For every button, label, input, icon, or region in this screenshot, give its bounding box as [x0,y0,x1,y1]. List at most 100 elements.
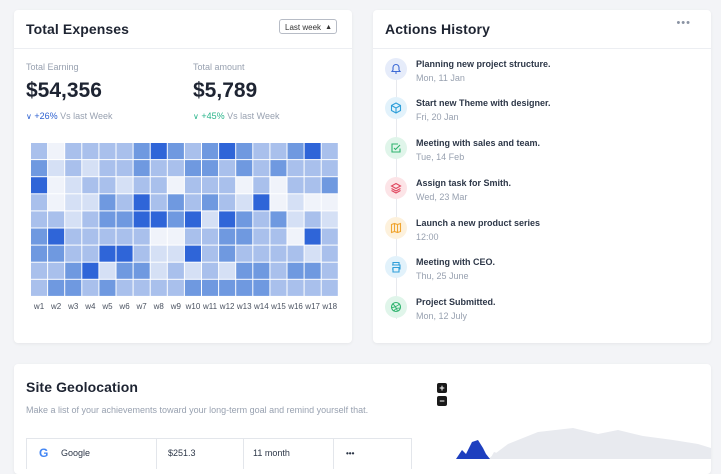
period-select-value: Last week [285,23,322,32]
row-menu-icon[interactable]: ••• [346,439,354,468]
chevron-down-icon: ∨ [26,112,32,121]
heatmap-cell [219,228,236,245]
world-map[interactable] [428,414,711,459]
heatmap-cell [270,143,287,160]
heatmap-cell [82,143,99,160]
heatmap-cell [99,177,116,194]
row-menu-cell[interactable]: ••• [333,439,409,469]
card-title: Actions History [385,21,490,37]
heatmap-cell [133,160,150,177]
heatmap-cell [116,279,133,296]
heatmap-cell [133,228,150,245]
heatmap-cell [236,245,253,262]
heatmap-cell [321,262,338,279]
action-date: Wed, 23 Mar [416,192,468,202]
heatmap-cell [184,211,201,228]
heatmap-cell [253,160,270,177]
heatmap-cell [116,143,133,160]
action-item[interactable]: Planning new project structure. Mon, 11 J… [385,58,705,90]
heatmap-cell [99,211,116,228]
heatmap-column-label: w6 [118,302,130,311]
heatmap-cell [150,279,167,296]
heatmap-cell [48,211,65,228]
heatmap-cell [304,143,321,160]
heatmap-cell [304,160,321,177]
heatmap-cell [287,262,304,279]
heatmap-column-label: w9 [170,302,182,311]
check-square-icon [385,137,407,159]
heatmap-cell [99,143,116,160]
zoom-in-button[interactable]: + [437,383,447,393]
heatmap-cell [48,279,65,296]
heatmap-cell [321,194,338,211]
heatmap-cell [48,194,65,211]
heatmap-cell [270,262,287,279]
heatmap-cell [48,245,65,262]
action-title: Launch a new product series [416,218,541,228]
heatmap-cell [150,143,167,160]
action-date: Mon, 12 July [416,311,468,321]
site-name: Google [61,448,91,458]
heatmap-cell [167,194,184,211]
heatmap-cell [270,211,287,228]
total-earning-value: $54,356 [26,79,102,102]
heatmap-cell [133,211,150,228]
site-geolocation-card: Site Geolocation Make a list of your ach… [14,364,711,474]
heatmap-cell [82,211,99,228]
heatmap-cell [116,262,133,279]
heatmap-column-label: w18 [321,302,337,311]
heatmap-cell [167,143,184,160]
action-item[interactable]: Project Submitted. Mon, 12 July [385,296,705,328]
heatmap-cell [150,160,167,177]
heatmap-cell [99,262,116,279]
site-period: 11 month [253,448,290,458]
heatmap-cell [150,177,167,194]
dribbble-icon [385,296,407,318]
zoom-out-button[interactable]: − [437,396,447,406]
earning-delta: ∨ +26% Vs last Week [26,111,113,121]
heatmap-cell [202,279,219,296]
heatmap-cell [219,177,236,194]
heatmap-column-label: w13 [236,302,252,311]
heatmap-cell [287,177,304,194]
heatmap-cell [304,245,321,262]
heatmap-cell [65,194,82,211]
heatmap-cell [167,211,184,228]
heatmap-cell [31,211,48,228]
action-item[interactable]: Start new Theme with designer. Fri, 20 Ja… [385,97,705,129]
action-title: Start new Theme with designer. [416,98,551,108]
heatmap-cell [65,279,82,296]
heatmap-cell [167,262,184,279]
heatmap-cell [304,211,321,228]
action-item[interactable]: Assign task for Smith. Wed, 23 Mar [385,177,705,209]
total-amount-label: Total amount [193,62,245,72]
map-icon [385,217,407,239]
heatmap-cell [321,143,338,160]
action-item[interactable]: Meeting with sales and team. Tue, 14 Feb [385,137,705,169]
heatmap-cell [287,211,304,228]
card-divider [14,48,352,49]
heatmap-cell [82,228,99,245]
heatmap-cell [304,194,321,211]
heatmap-cell [116,160,133,177]
heatmap-cell [65,211,82,228]
period-select[interactable]: Last week ▲︎ [279,19,337,34]
map-region-highlighted[interactable] [456,440,490,459]
more-dots-icon[interactable]: ••• [676,17,691,29]
heatmap-cell [184,143,201,160]
heatmap-cell [321,245,338,262]
printer-icon [385,256,407,278]
earning-delta-suffix: Vs last Week [60,111,113,121]
action-item[interactable]: Launch a new product series 12:00 [385,217,705,249]
heatmap-cell [270,160,287,177]
total-expenses-card: Total Expenses Last week ▲︎ Total Earnin… [14,10,352,343]
action-date: Fri, 20 Jan [416,112,459,122]
action-item[interactable]: Meeting with CEO. Thu, 25 June [385,256,705,288]
heatmap-cell [48,160,65,177]
heatmap-cell [116,245,133,262]
heatmap-cell [236,228,253,245]
heatmap-cell [150,245,167,262]
bell-icon [385,58,407,80]
heatmap-cell [31,160,48,177]
heatmap-column-label: w2 [50,302,62,311]
